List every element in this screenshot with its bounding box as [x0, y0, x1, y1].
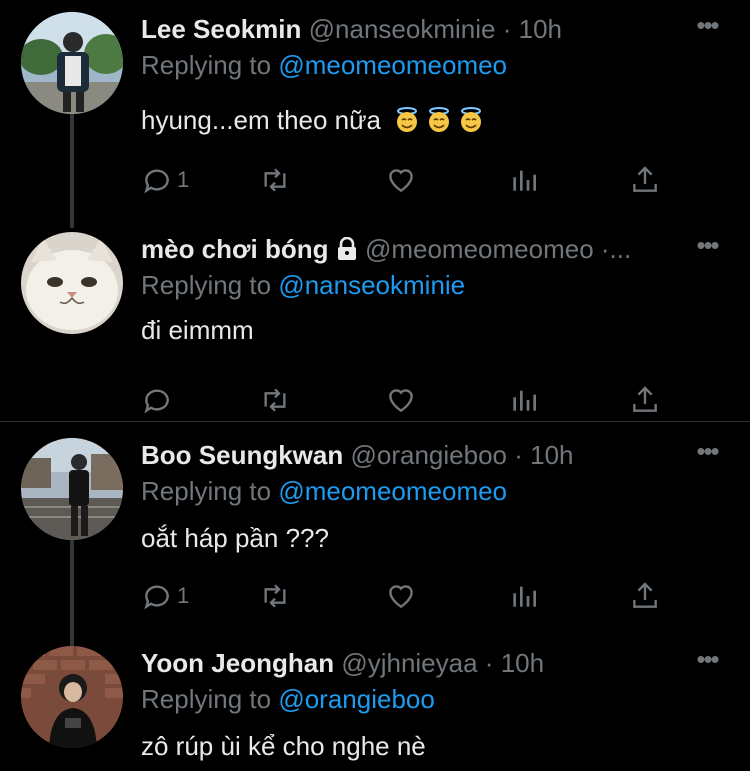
tweet[interactable]: Boo Seungkwan @orangieboo · 10h ••• Repl…	[0, 428, 750, 648]
replying-to-label: Replying to	[141, 270, 272, 300]
reply-count: 1	[177, 167, 190, 192]
replying-to: Replying to @orangieboo	[141, 684, 435, 714]
share-button[interactable]	[629, 576, 661, 616]
more-icon[interactable]: •••	[692, 232, 722, 264]
reply-button[interactable]	[141, 380, 173, 420]
tweet-text-content: oắt háp pần ???	[141, 523, 329, 553]
avatar[interactable]	[21, 646, 123, 748]
tweet-text: zô rúp ùi kể cho nghe nè	[141, 730, 426, 762]
mention-link[interactable]: @nanseokminie	[278, 270, 465, 300]
handle[interactable]: @yjhnieyaa	[341, 648, 477, 678]
tweet-text: oắt háp pần ???	[141, 522, 329, 554]
retweet-button[interactable]	[259, 576, 291, 616]
avatar[interactable]	[21, 232, 123, 334]
reply-icon	[144, 585, 169, 610]
avatar[interactable]	[21, 438, 123, 540]
more-icon[interactable]: •••	[692, 438, 722, 470]
tweet[interactable]: mèo chơi bóng @meomeomeomeo ·... ••• Rep…	[0, 220, 750, 420]
tweet[interactable]: Lee Seokmin @nanseokminie · 10h ••• Repl…	[0, 0, 750, 228]
heart-icon	[389, 169, 413, 193]
divider	[0, 421, 750, 422]
tweet-text-content: đi eimmm	[141, 315, 254, 345]
share-icon	[633, 386, 657, 412]
display-name[interactable]: mèo chơi bóng	[141, 234, 328, 264]
retweet-button[interactable]	[259, 160, 291, 200]
display-name[interactable]: Boo Seungkwan	[141, 440, 343, 470]
innocent-emoji-icon	[397, 107, 418, 132]
retweet-icon	[264, 584, 286, 608]
tweet-text-content: hyung...em theo nữa	[141, 105, 382, 135]
retweet-icon	[264, 388, 286, 412]
replying-to-label: Replying to	[141, 684, 272, 714]
share-icon	[633, 166, 657, 192]
more-icon[interactable]: •••	[692, 12, 722, 44]
retweet-icon	[264, 168, 286, 192]
separator-dot: ·	[484, 648, 494, 678]
reply-button[interactable]: 1	[141, 576, 189, 616]
views-icon	[513, 390, 536, 411]
tweet-actions	[141, 380, 681, 420]
tweet-text-content: zô rúp ùi kể cho nghe nè	[141, 731, 426, 761]
retweet-button[interactable]	[259, 380, 291, 420]
replying-to-label: Replying to	[141, 50, 272, 80]
heart-icon	[389, 389, 413, 413]
tweet-actions: 1	[141, 576, 681, 616]
reply-count: 1	[177, 583, 190, 608]
share-icon	[633, 582, 657, 608]
timestamp[interactable]: 10h	[501, 648, 544, 678]
lock-icon	[337, 237, 356, 260]
like-button[interactable]	[385, 380, 417, 420]
tweet-header: mèo chơi bóng @meomeomeomeo ·...	[141, 234, 680, 264]
mention-link[interactable]: @orangieboo	[278, 684, 435, 714]
thread-line	[70, 540, 74, 648]
reply-icon	[144, 389, 169, 414]
views-icon	[513, 170, 536, 191]
timestamp[interactable]: 10h	[530, 440, 573, 470]
views-button[interactable]	[508, 160, 540, 200]
views-icon	[513, 586, 536, 607]
handle[interactable]: @nanseokminie	[309, 14, 496, 44]
like-button[interactable]	[385, 576, 417, 616]
share-button[interactable]	[629, 380, 661, 420]
tweet-text: hyung...em theo nữa	[141, 104, 484, 136]
handle[interactable]: @meomeomeomeo ·...	[365, 234, 631, 264]
reply-icon	[144, 169, 169, 194]
separator-dot: ·	[502, 14, 512, 44]
views-button[interactable]	[508, 576, 540, 616]
heart-icon	[389, 585, 413, 609]
reply-button[interactable]: 1	[141, 160, 189, 200]
avatar[interactable]	[21, 12, 123, 114]
handle[interactable]: @orangieboo	[350, 440, 507, 470]
share-button[interactable]	[629, 160, 661, 200]
innocent-emoji-icon	[429, 107, 450, 132]
tweet-actions: 1	[141, 160, 681, 200]
innocent-emoji-icon	[461, 107, 482, 132]
replying-to: Replying to @meomeomeomeo	[141, 476, 507, 506]
tweet-text: đi eimmm	[141, 314, 254, 346]
tweet-header: Yoon Jeonghan @yjhnieyaa · 10h	[141, 648, 680, 678]
timestamp[interactable]: 10h	[519, 14, 562, 44]
thread-line	[70, 112, 74, 228]
tweet[interactable]: Yoon Jeonghan @yjhnieyaa · 10h ••• Reply…	[0, 636, 750, 771]
tweet-header: Boo Seungkwan @orangieboo · 10h	[141, 440, 680, 470]
views-button[interactable]	[508, 380, 540, 420]
replying-to: Replying to @nanseokminie	[141, 270, 465, 300]
like-button[interactable]	[385, 160, 417, 200]
replying-to: Replying to @meomeomeomeo	[141, 50, 507, 80]
tweet-header: Lee Seokmin @nanseokminie · 10h	[141, 14, 680, 44]
mention-link[interactable]: @meomeomeomeo	[278, 476, 507, 506]
display-name[interactable]: Yoon Jeonghan	[141, 648, 334, 678]
separator-dot: ·	[514, 440, 523, 470]
mention-link[interactable]: @meomeomeomeo	[278, 50, 507, 80]
more-icon[interactable]: •••	[692, 646, 722, 678]
replying-to-label: Replying to	[141, 476, 272, 506]
display-name[interactable]: Lee Seokmin	[141, 14, 301, 44]
